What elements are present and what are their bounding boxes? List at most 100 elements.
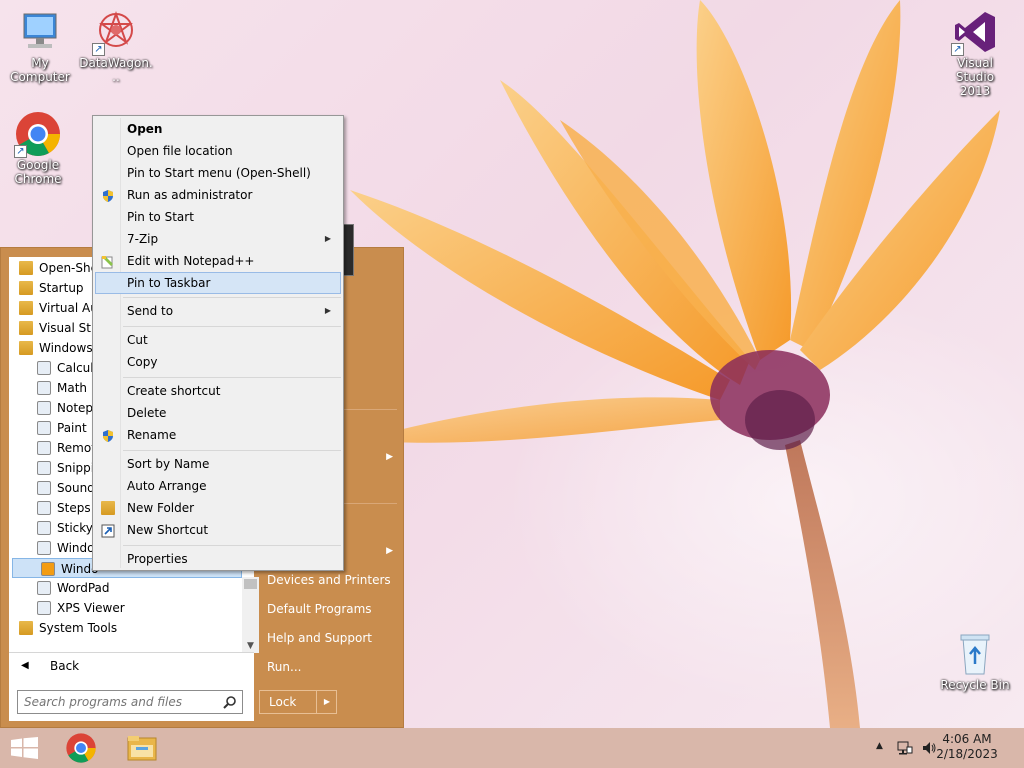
menu-item-open-file-location[interactable]: Open file location (95, 140, 341, 162)
menu-item-7-zip[interactable]: 7-Zip ▶ (95, 228, 341, 250)
menu-separator (123, 297, 341, 298)
shortcut-icon (101, 523, 115, 538)
computer-icon (16, 8, 64, 56)
folder-icon (19, 261, 33, 275)
sticky-notes-icon (37, 521, 51, 535)
taskbar: ▲ 4:06 AM 2/18/2023 (0, 728, 1024, 768)
program-label: Windo (57, 541, 95, 555)
network-icon[interactable] (897, 740, 913, 756)
menu-item-pin-to-taskbar[interactable]: Pin to Taskbar (95, 272, 341, 294)
program-label: Calcul (57, 361, 94, 375)
datawagon-icon: ↗ (92, 8, 140, 56)
taskbar-file-explorer-button[interactable] (115, 728, 171, 768)
program-label: Startup (39, 281, 84, 295)
desktop-icon-datawagon[interactable]: ↗ DataWagon... (78, 8, 154, 84)
menu-item-label: Rename (127, 428, 177, 442)
menu-item-sort-by-name[interactable]: Sort by Name (95, 453, 341, 475)
program-label: Open-She (39, 261, 98, 275)
menu-item-label: Send to (127, 304, 174, 318)
desktop-icon-label: Recycle Bin (940, 678, 1010, 692)
program-label: XPS Viewer (57, 601, 125, 615)
menu-item-label: New Shortcut (127, 523, 209, 537)
desktop-icon-my-computer[interactable]: My Computer (2, 8, 78, 84)
steps-recorder-icon (37, 501, 51, 515)
folder-icon (19, 341, 33, 355)
menu-item-send-to[interactable]: Send to ▶ (95, 300, 341, 322)
lock-label: Lock (269, 695, 297, 709)
uac-shield-icon (101, 188, 115, 202)
paint-icon (37, 421, 51, 435)
folder-icon (19, 281, 33, 295)
menu-item-delete[interactable]: Delete (95, 402, 341, 424)
math-input-icon (37, 381, 51, 395)
right-item-run[interactable]: Run... (259, 655, 399, 679)
folder-icon (19, 301, 33, 315)
submenu-arrow-icon: ▶ (324, 234, 331, 243)
back-label: Back (50, 659, 80, 673)
menu-item-pin-to-start[interactable]: Pin to Start (95, 206, 341, 228)
menu-separator (123, 377, 341, 378)
windows-logo-icon (11, 737, 38, 762)
desktop-icon-google-chrome[interactable]: ↗ Google Chrome (0, 110, 76, 186)
clock[interactable]: 4:06 AM 2/18/2023 (932, 732, 1002, 762)
start-button[interactable] (0, 728, 56, 768)
chrome-icon: ↗ (14, 110, 62, 158)
menu-item-open[interactable]: Open (95, 118, 341, 140)
menu-item-new-shortcut[interactable]: New Shortcut (95, 519, 341, 541)
lock-options-arrow-icon[interactable]: ▶ (316, 690, 337, 714)
folder-icon (101, 501, 115, 515)
menu-item-pin-to-start-menu-open-shell[interactable]: Pin to Start menu (Open-Shell) (95, 162, 341, 184)
desktop-icon-label: Visual Studio 2013 (955, 56, 995, 98)
desktop-icon-label: Google Chrome (14, 158, 62, 186)
search-input[interactable] (18, 691, 214, 713)
file-explorer-icon (127, 735, 157, 764)
folder-icon (19, 621, 33, 635)
right-item-default-programs[interactable]: Default Programs (259, 597, 399, 621)
program-item[interactable]: XPS Viewer (9, 598, 229, 618)
chrome-icon (65, 732, 97, 767)
desktop-icon-recycle-bin[interactable]: Recycle Bin (937, 630, 1013, 692)
uac-shield-icon (101, 428, 115, 442)
menu-item-auto-arrange[interactable]: Auto Arrange (95, 475, 341, 497)
taskbar-chrome-button[interactable] (54, 728, 110, 768)
right-item-help-and-support[interactable]: Help and Support (259, 626, 399, 650)
menu-item-properties[interactable]: Properties (95, 548, 341, 570)
menu-item-new-folder[interactable]: New Folder (95, 497, 341, 519)
program-item[interactable]: System Tools (9, 618, 229, 638)
menu-item-run-as-administrator[interactable]: Run as administrator (95, 184, 341, 206)
media-player-icon (41, 562, 55, 576)
lock-button[interactable]: Lock ▶ (259, 690, 337, 714)
submenu-arrow-icon: ▶ (386, 546, 393, 556)
programs-scrollbar[interactable]: ▼ (242, 577, 259, 653)
program-label: Remot (57, 441, 96, 455)
desktop-icon-visual-studio[interactable]: ↗ Visual Studio 2013 (937, 8, 1013, 98)
keyboard-icon (37, 541, 51, 555)
search-box[interactable] (17, 690, 243, 714)
scroll-thumb[interactable] (244, 579, 257, 589)
menu-item-label: Edit with Notepad++ (127, 254, 255, 268)
menu-item-rename[interactable]: Rename (95, 424, 341, 446)
visual-studio-icon: ↗ (951, 8, 999, 56)
back-button[interactable]: ◀ Back (9, 653, 254, 679)
recycle-bin-icon (951, 630, 999, 678)
menu-separator (123, 450, 341, 451)
submenu-arrow-icon: ▶ (324, 306, 331, 315)
shortcut-arrow-icon: ↗ (14, 145, 27, 158)
program-label: Visual Stu (39, 321, 99, 335)
search-icon[interactable] (223, 695, 237, 709)
menu-item-label: New Folder (127, 501, 195, 515)
program-item[interactable]: WordPad (9, 578, 229, 598)
scroll-down-arrow[interactable]: ▼ (242, 641, 259, 651)
menu-item-create-shortcut[interactable]: Create shortcut (95, 380, 341, 402)
menu-item-edit-with-notepad-plus-plus[interactable]: Edit with Notepad++ (95, 250, 341, 272)
menu-item-label: Run as administrator (127, 188, 253, 202)
tray-overflow-arrow-icon[interactable]: ▲ (876, 741, 883, 751)
menu-item-cut[interactable]: Cut (95, 329, 341, 351)
sound-recorder-icon (37, 481, 51, 495)
shortcut-arrow-icon: ↗ (951, 43, 964, 56)
back-arrow-icon: ◀ (21, 660, 29, 671)
right-item-devices-and-printers[interactable]: Devices and Printers (259, 568, 399, 592)
clock-date: 2/18/2023 (936, 747, 998, 761)
program-label: Sound (57, 481, 95, 495)
menu-item-copy[interactable]: Copy (95, 351, 341, 373)
